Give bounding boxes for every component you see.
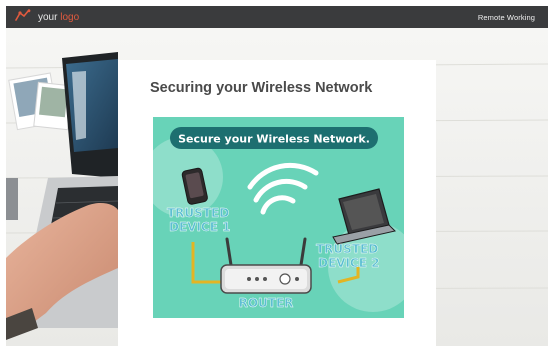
top-nav-bar: your logo Remote Working [6, 6, 548, 28]
trusted-device-2-label-line1: TRUSTED [316, 242, 378, 256]
trusted-device-1-label-line2: DEVICE 1 [169, 220, 230, 234]
trusted-device-1-label-line1: TRUSTED [167, 206, 229, 220]
app-frame: your logo Remote Working Securing your W… [6, 6, 548, 346]
trusted-device-2-label-line2: DEVICE 2 [318, 256, 379, 270]
logo-text: your logo [38, 11, 80, 23]
router-label: ROUTER [239, 296, 294, 310]
wireless-network-infographic: Secure your Wireless Network. TRUSTED DE… [153, 117, 404, 318]
nav-link-remote-working[interactable]: Remote Working [478, 13, 535, 22]
article-title: Securing your Wireless Network [150, 80, 373, 96]
logo-link[interactable]: your logo [14, 8, 79, 26]
article-panel: Securing your Wireless Network Secure yo… [118, 60, 436, 346]
sprout-logo-icon [14, 8, 32, 26]
infographic-banner-text: Secure your Wireless Network. [178, 133, 370, 146]
